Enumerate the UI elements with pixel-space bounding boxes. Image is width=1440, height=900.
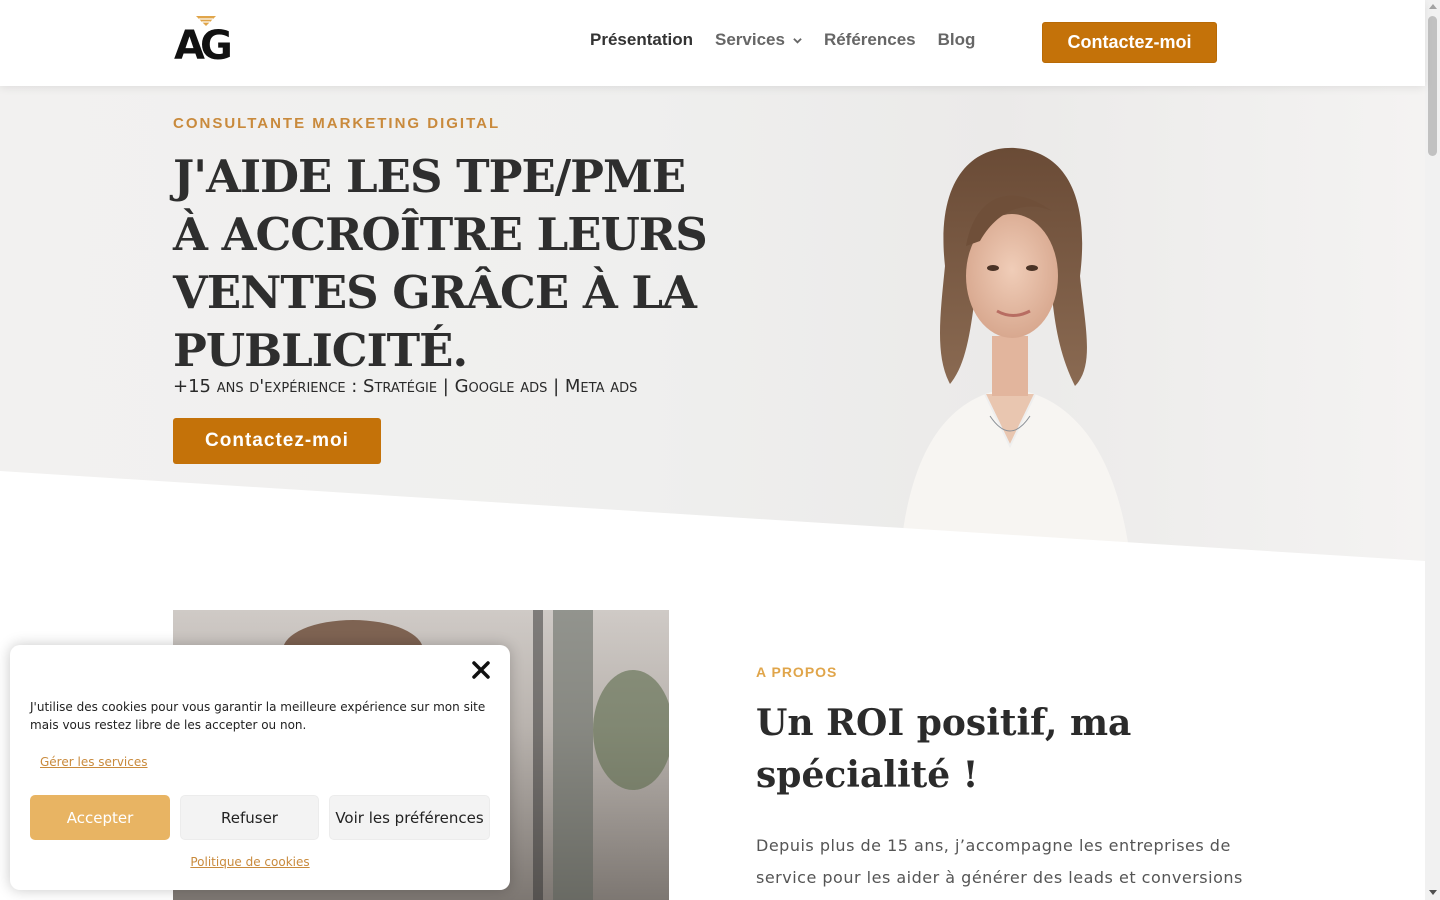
scrollbar-thumb[interactable] [1428, 16, 1437, 156]
about-title: Un ROI positif, ma spécialité ! [756, 702, 1132, 796]
main-nav: Présentation Services Références Blog [590, 30, 997, 50]
nav-item-label: Blog [937, 30, 976, 49]
scroll-up-icon[interactable] [1429, 4, 1437, 9]
nav-item-label: Références [823, 30, 916, 49]
close-icon[interactable] [470, 659, 492, 681]
chevron-down-icon [793, 37, 802, 44]
hero-title: J'AIDE LES TPE/PME À ACCROÎTRE LEURS VEN… [173, 150, 708, 377]
site-header: AG Présentation Services Références Blog… [0, 0, 1425, 86]
about-text: Depuis plus de 15 ans, j’accompagne les … [756, 836, 1243, 887]
page-scrollbar[interactable] [1425, 0, 1440, 900]
cookie-banner: J'utilise des cookies pour vous garantir… [10, 645, 510, 890]
manage-services-link[interactable]: Gérer les services [40, 755, 148, 769]
accept-cookies-button[interactable]: Accepter [30, 795, 170, 840]
nav-item-references[interactable]: Références [824, 30, 916, 50]
hero-subtitle: +15 ans d'expérience : Stratégie | Googl… [173, 376, 638, 397]
hero-section: CONSULTANTE MARKETING DIGITAL J'AIDE LES… [0, 86, 1425, 561]
site-logo[interactable]: AG [174, 16, 248, 69]
refuse-cookies-button[interactable]: Refuser [180, 795, 319, 840]
nav-item-label: Présentation [590, 30, 693, 49]
about-eyebrow: A PROPOS [756, 664, 838, 680]
logo-text: AG [174, 23, 233, 69]
nav-item-presentation[interactable]: Présentation [590, 30, 693, 50]
scroll-down-icon[interactable] [1429, 890, 1437, 895]
nav-item-services[interactable]: Services [715, 30, 802, 50]
nav-item-label: Services [714, 30, 785, 49]
view-preferences-button[interactable]: Voir les préférences [329, 795, 490, 840]
cookie-policy-link[interactable]: Politique de cookies [10, 855, 490, 869]
nav-item-blog[interactable]: Blog [938, 30, 976, 50]
header-contact-button[interactable]: Contactez-moi [1042, 22, 1217, 63]
cookie-message: J'utilise des cookies pour vous garantir… [30, 700, 486, 732]
hero-eyebrow: CONSULTANTE MARKETING DIGITAL [173, 115, 501, 132]
hero-contact-button[interactable]: Contactez-moi [173, 418, 381, 464]
